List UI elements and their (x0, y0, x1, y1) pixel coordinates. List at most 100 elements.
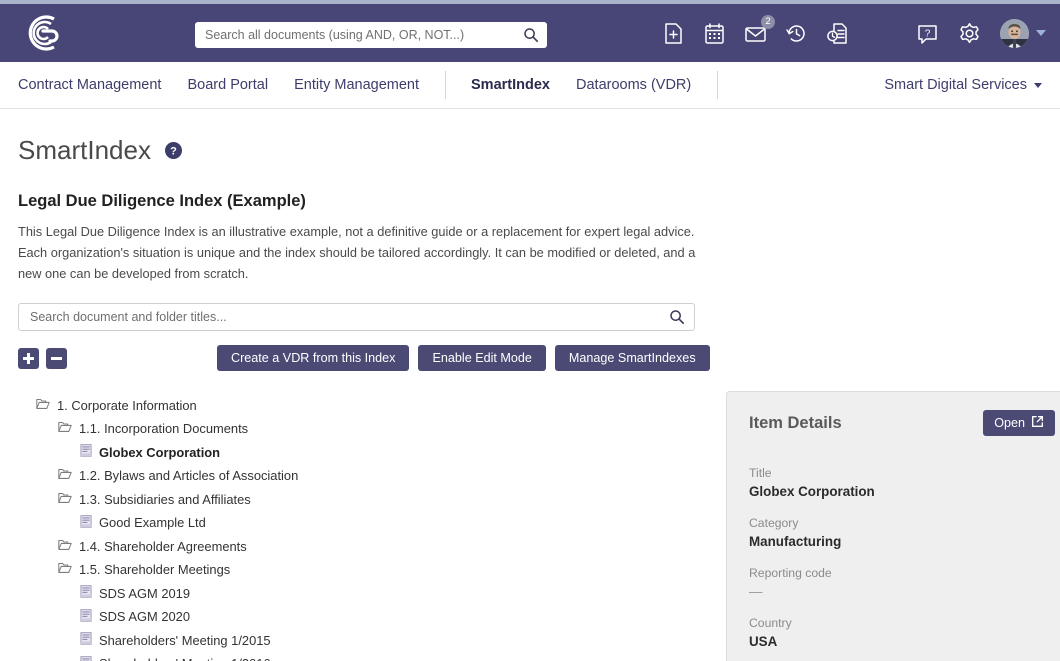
tenant-selector[interactable]: Smart Digital Services (884, 77, 1042, 93)
detail-field-value: Globex Corporation (749, 484, 875, 500)
detail-field: Reporting code — (749, 566, 1055, 599)
open-item-button[interactable]: Open (983, 410, 1055, 437)
chevron-down-icon[interactable] (1034, 82, 1042, 88)
tree-item-label: Globex Corporation (99, 444, 221, 460)
nav-item-board-portal[interactable]: Board Portal (187, 77, 268, 93)
tree-folder-item[interactable]: 1.2. Bylaws and Articles of Association (18, 464, 708, 488)
tree-item-label: 1.2. Bylaws and Articles of Association (79, 468, 299, 484)
new-document-icon[interactable] (662, 22, 685, 45)
history-clock-icon[interactable] (785, 22, 808, 45)
nav-item-smartindex[interactable]: SmartIndex (471, 77, 550, 93)
detail-field-label: Category (749, 516, 799, 531)
open-item-label: Open (994, 416, 1025, 431)
action-button-row: Create a VDR from this Index Enable Edit… (18, 345, 1042, 372)
enable-edit-mode-button[interactable]: Enable Edit Mode (418, 345, 546, 372)
page-title-row: SmartIndex ? (18, 135, 1042, 166)
index-description: This Legal Due Diligence Index is an ill… (18, 224, 696, 282)
search-icon[interactable] (669, 309, 685, 325)
app-header: 2 ? (0, 4, 1060, 62)
tree-search-input[interactable] (30, 310, 669, 325)
detail-field-value: Manufacturing (749, 534, 842, 550)
tree-item-label: 1.3. Subsidiaries and Affiliates (79, 491, 251, 507)
folder-icon (58, 468, 72, 483)
tree-folder-item[interactable]: 1.3. Subsidiaries and Affiliates (18, 487, 708, 511)
folder-icon (36, 398, 50, 413)
user-menu[interactable] (1000, 18, 1046, 48)
folder-icon (58, 539, 72, 554)
expand-all-button[interactable] (18, 347, 39, 369)
tree-document-item[interactable]: Shareholders' Meeting 1/2015 (18, 628, 708, 652)
tree-document-item[interactable]: Shareholders' Meeting 1/2016 (18, 652, 708, 661)
tree-item-label: SDS AGM 2019 (99, 585, 190, 601)
detail-field-label: Country (749, 616, 792, 631)
document-icon (80, 514, 92, 531)
external-link-icon (1031, 415, 1044, 431)
manage-smartindexes-button[interactable]: Manage SmartIndexes (554, 345, 710, 372)
document-icon (80, 608, 92, 625)
tree-item-label: 1.1. Incorporation Documents (79, 421, 249, 437)
nav-separator-left (445, 71, 447, 99)
tree-search-box[interactable] (18, 303, 695, 332)
chevron-down-icon[interactable] (1036, 30, 1046, 36)
collapse-all-button[interactable] (46, 347, 67, 369)
page-title: SmartIndex (18, 135, 151, 165)
tenant-name: Smart Digital Services (884, 77, 1027, 93)
tree-document-item[interactable]: SDS AGM 2020 (18, 605, 708, 629)
content-row: 1. Corporate Information 1.1. Incorporati… (18, 391, 1060, 661)
tree-item-label: 1.4. Shareholder Agreements (79, 538, 247, 554)
folder-icon (58, 562, 72, 577)
item-details-fields: Title Globex Corporation Category Manufactu… (749, 466, 1055, 649)
settings-gear-icon[interactable] (958, 22, 981, 45)
document-icon (80, 444, 92, 460)
header-right-icon-group: ? (916, 4, 1046, 62)
item-details-title: Item Details (749, 414, 842, 433)
nav-item-entity-management[interactable]: Entity Management (294, 77, 419, 93)
tree-folder-item[interactable]: 1.4. Shareholder Agreements (18, 534, 708, 558)
document-icon (80, 655, 92, 661)
folder-icon (58, 492, 72, 507)
detail-field: Title Globex Corporation (749, 466, 1055, 499)
detail-field: Country USA (749, 616, 1055, 649)
tree-item-label: Shareholders' Meeting 1/2016 (99, 656, 271, 661)
user-avatar[interactable] (1000, 18, 1029, 48)
page-content: SmartIndex ? Legal Due Diligence Index (… (0, 109, 1060, 661)
tree-document-item[interactable]: Good Example Ltd (18, 511, 708, 535)
mail-badge-count: 2 (761, 14, 775, 29)
document-icon (80, 632, 92, 648)
main-navigation: Contract Management Board Portal Entity … (0, 62, 1060, 109)
detail-field-label: Reporting code (749, 566, 832, 581)
item-details-panel: Item Details Open Title Globex Corporatio… (726, 391, 1060, 661)
folder-icon (58, 421, 72, 436)
company-logo[interactable] (18, 11, 64, 55)
item-details-header: Item Details Open (749, 410, 1055, 437)
document-icon (80, 585, 92, 601)
nav-item-datarooms[interactable]: Datarooms (VDR) (576, 77, 691, 93)
header-icon-group: 2 (662, 4, 849, 62)
tree-folder-item[interactable]: 1.1. Incorporation Documents (18, 417, 708, 441)
detail-field-value: USA (749, 634, 778, 650)
tree-document-item[interactable]: Globex Corporation (18, 440, 708, 464)
tree-item-label: Shareholders' Meeting 1/2015 (99, 632, 271, 648)
index-title: Legal Due Diligence Index (Example) (18, 192, 306, 210)
detail-field-value: — (749, 584, 763, 600)
create-vdr-button[interactable]: Create a VDR from this Index (217, 345, 410, 372)
help-icon[interactable]: ? (164, 142, 182, 159)
global-search-box[interactable] (195, 22, 547, 48)
help-question-icon[interactable]: ? (916, 22, 939, 45)
nav-item-contract-management[interactable]: Contract Management (18, 77, 161, 93)
mail-icon[interactable]: 2 (744, 14, 775, 45)
tree-document-item[interactable]: SDS AGM 2019 (18, 581, 708, 605)
tree-item-label: 1. Corporate Information (57, 397, 197, 413)
smartindex-tree: 1. Corporate Information 1.1. Incorporati… (18, 391, 708, 661)
calendar-icon[interactable] (703, 22, 726, 45)
detail-field: Category Manufacturing (749, 516, 1055, 549)
nav-separator-right (717, 71, 719, 99)
tree-folder-item[interactable]: 1. Corporate Information (18, 393, 708, 417)
tree-item-label: Good Example Ltd (99, 515, 206, 531)
search-icon[interactable] (523, 27, 539, 43)
tree-folder-item[interactable]: 1.5. Shareholder Meetings (18, 558, 708, 582)
global-search-input[interactable] (205, 28, 523, 42)
document-history-icon[interactable] (826, 22, 849, 45)
tree-item-label: 1.5. Shareholder Meetings (79, 562, 231, 578)
svg-text:?: ? (925, 28, 931, 39)
